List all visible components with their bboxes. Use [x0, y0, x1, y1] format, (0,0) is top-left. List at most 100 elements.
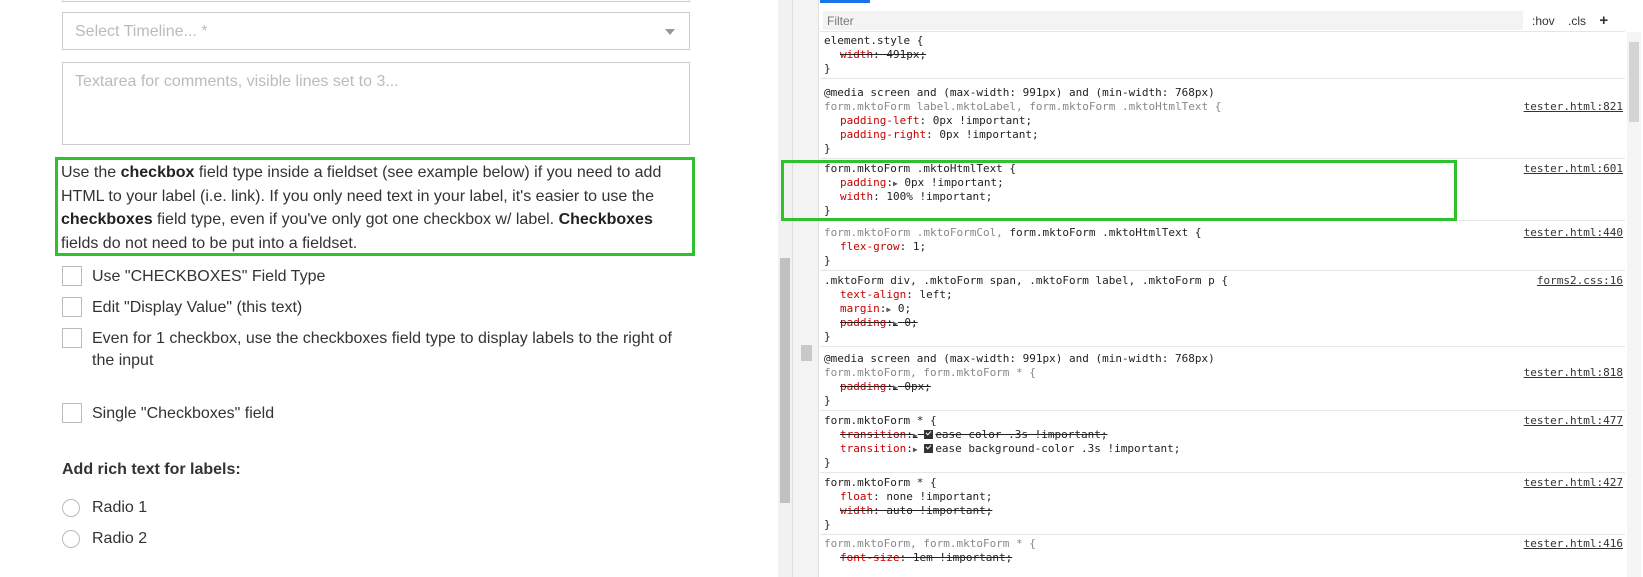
- checkbox-label: Even for 1 checkbox, use the checkboxes …: [92, 330, 672, 369]
- rule-close: }: [824, 394, 831, 407]
- style-property[interactable]: width: auto !important;: [824, 504, 1625, 518]
- rule-source-link[interactable]: tester.html:821: [1524, 100, 1623, 114]
- active-tab-indicator: [820, 0, 870, 3]
- rule-close: }: [824, 254, 831, 267]
- rule-source-link[interactable]: tester.html:440: [1524, 226, 1623, 240]
- checkbox-label: Use "CHECKBOXES" Field Type: [92, 268, 326, 285]
- radio-label: Radio 1: [92, 499, 148, 516]
- checkbox-option[interactable]: Edit "Display Value" (this text): [62, 297, 302, 319]
- radio-option[interactable]: Radio 1: [62, 499, 147, 517]
- html-text-block: Use the checkbox field type inside a fie…: [55, 157, 695, 256]
- style-property[interactable]: transition:▶ ease color .3s !important;: [824, 428, 1625, 442]
- easing-editor-icon[interactable]: [924, 444, 934, 453]
- rule-close: }: [824, 330, 831, 343]
- rule-source-link[interactable]: tester.html:601: [1524, 162, 1623, 176]
- checkbox[interactable]: [62, 297, 82, 317]
- styles-toolbar: Filter :hov .cls +: [820, 7, 1625, 32]
- radio-button[interactable]: [62, 530, 80, 548]
- timeline-select[interactable]: Select Timeline... *: [62, 12, 690, 50]
- devtools-resize-gutter[interactable]: [793, 0, 819, 577]
- comments-textarea[interactable]: Textarea for comments, visible lines set…: [62, 62, 690, 145]
- style-property[interactable]: padding-right: 0px !important;: [824, 128, 1625, 142]
- checkbox[interactable]: [62, 266, 82, 286]
- html-text-bold: checkbox: [120, 164, 195, 181]
- radio-button[interactable]: [62, 499, 80, 517]
- style-property[interactable]: padding:▶ 0px;: [824, 380, 1625, 394]
- style-property[interactable]: width: 100% !important;: [824, 190, 1625, 204]
- styles-scrollbar-thumb[interactable]: [1629, 42, 1639, 122]
- checkbox[interactable]: [62, 328, 82, 348]
- expand-triangle-icon[interactable]: ▶: [913, 431, 918, 440]
- rule-selector: form.mktoForm * {: [824, 476, 937, 489]
- checkbox-option[interactable]: Even for 1 checkbox, use the checkboxes …: [62, 328, 682, 372]
- rule-media-query: @media screen and (max-width: 991px) and…: [824, 86, 1215, 99]
- style-property[interactable]: padding:▶ 0px !important;: [824, 176, 1625, 190]
- rule-selector: form.mktoForm * {: [824, 414, 937, 427]
- devtools-styles-pane: Filter :hov .cls + element.style { width…: [792, 0, 1643, 577]
- style-rule[interactable]: @media screen and (max-width: 991px) and…: [820, 84, 1625, 159]
- rule-selector: .mktoForm div, .mktoForm span, .mktoForm…: [824, 274, 1228, 287]
- rule-close: }: [824, 518, 831, 531]
- style-property[interactable]: margin:▶ 0;: [824, 302, 1625, 316]
- style-property[interactable]: width: 491px;: [824, 48, 1625, 62]
- style-rule[interactable]: form.mktoForm, form.mktoForm * { tester.h…: [820, 535, 1625, 567]
- styles-panel: Filter :hov .cls + element.style { width…: [820, 0, 1625, 577]
- rule-close: }: [824, 456, 831, 469]
- styles-scrollbar[interactable]: [1627, 32, 1641, 577]
- radio-label: Radio 2: [92, 530, 148, 547]
- chevron-down-icon: [665, 29, 675, 35]
- style-rule-highlighted[interactable]: form.mktoForm .mktoHtmlText { tester.html…: [820, 160, 1625, 221]
- style-property[interactable]: flex-grow: 1;: [824, 240, 1625, 254]
- style-rule[interactable]: form.mktoForm * { tester.html:477 transit…: [820, 412, 1625, 473]
- style-rule[interactable]: form.mktoForm * { tester.html:427 float: …: [820, 474, 1625, 535]
- html-text-part: Use the: [61, 164, 121, 181]
- rule-source-link[interactable]: forms2.css:16: [1537, 274, 1623, 288]
- single-checkbox-option[interactable]: Single "Checkboxes" field: [62, 403, 274, 425]
- hov-toggle-button[interactable]: :hov: [1532, 14, 1555, 28]
- style-rule[interactable]: .mktoForm div, .mktoForm span, .mktoForm…: [820, 272, 1625, 347]
- checkbox-label: Edit "Display Value" (this text): [92, 299, 303, 316]
- cls-toggle-button[interactable]: .cls: [1568, 14, 1586, 28]
- plus-icon[interactable]: +: [1599, 12, 1608, 29]
- form-page: Select Timeline... * Textarea for commen…: [0, 0, 778, 577]
- styles-filter-input[interactable]: Filter: [823, 11, 1523, 30]
- rule-selector: form.mktoForm .mktoHtmlText {: [1009, 226, 1202, 239]
- timeline-select-placeholder: Select Timeline... *: [75, 23, 208, 40]
- style-property[interactable]: font-size: 1em !important;: [824, 551, 1625, 565]
- rule-selector: form.mktoForm, form.mktoForm * {: [824, 366, 1036, 379]
- rule-close: }: [824, 204, 831, 217]
- styles-toolbar-buttons: :hov .cls +: [1532, 12, 1618, 29]
- rule-selector: element.style {: [824, 34, 924, 47]
- resize-handle[interactable]: [801, 345, 812, 361]
- rule-selector: form.mktoForm .mktoHtmlText {: [824, 162, 1017, 175]
- style-rule[interactable]: form.mktoForm .mktoFormCol, form.mktoFor…: [820, 224, 1625, 271]
- rule-source-link[interactable]: tester.html:818: [1524, 366, 1623, 380]
- style-property[interactable]: text-align: left;: [824, 288, 1625, 302]
- rule-selector-muted: form.mktoForm .mktoFormCol,: [824, 226, 1010, 239]
- style-property[interactable]: padding:▶ 0;: [824, 316, 1625, 330]
- rule-source-link[interactable]: tester.html:477: [1524, 414, 1623, 428]
- checkbox-option[interactable]: Use "CHECKBOXES" Field Type: [62, 266, 325, 288]
- checkbox[interactable]: [62, 403, 82, 423]
- rule-selector: form.mktoForm, form.mktoForm * {: [824, 537, 1036, 550]
- style-property[interactable]: padding-left: 0px !important;: [824, 114, 1625, 128]
- style-property[interactable]: transition:▶ ease background-color .3s !…: [824, 442, 1625, 456]
- html-text-part: fields do not need to be put into a fiel…: [61, 234, 358, 252]
- rich-text-heading: Add rich text for labels:: [62, 461, 241, 478]
- style-rule-element[interactable]: element.style { width: 491px; }: [820, 32, 1625, 79]
- rule-media-query: @media screen and (max-width: 991px) and…: [824, 352, 1215, 365]
- previous-field[interactable]: [62, 0, 690, 2]
- checkbox-label: Single "Checkboxes" field: [92, 405, 275, 422]
- rule-close: }: [824, 142, 831, 155]
- style-rule[interactable]: @media screen and (max-width: 991px) and…: [820, 350, 1625, 411]
- rule-source-link[interactable]: tester.html:416: [1524, 537, 1623, 551]
- html-text-part: field type, even if you've only got one …: [152, 211, 559, 228]
- expand-triangle-icon[interactable]: ▶: [913, 445, 918, 454]
- comments-textarea-placeholder: Textarea for comments, visible lines set…: [75, 73, 399, 90]
- rule-source-link[interactable]: tester.html:427: [1524, 476, 1623, 490]
- easing-editor-icon[interactable]: [924, 430, 934, 439]
- page-scrollbar-thumb[interactable]: [780, 258, 790, 503]
- style-property[interactable]: float: none !important;: [824, 490, 1625, 504]
- rule-close: }: [824, 62, 831, 75]
- radio-option[interactable]: Radio 2: [62, 530, 147, 548]
